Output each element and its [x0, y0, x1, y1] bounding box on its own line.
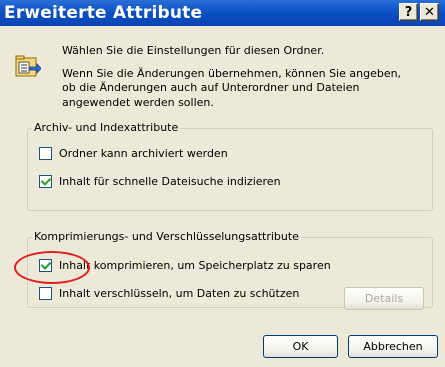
intro-text-1: Wählen Sie die Einstellungen für diesen …	[62, 44, 325, 57]
compress-group-label: Komprimierungs- und Verschlüsselungsattr…	[32, 230, 301, 243]
highlight-circle	[14, 251, 90, 284]
index-checkbox[interactable]	[39, 175, 52, 188]
help-button[interactable]: ?	[399, 3, 418, 21]
archive-checkbox-label[interactable]: Ordner kann archiviert werden	[59, 147, 228, 160]
close-button[interactable]: ✕	[420, 3, 439, 21]
folder-settings-icon	[15, 55, 41, 77]
title-bar[interactable]: Erweiterte Attribute ? ✕	[0, 0, 445, 26]
index-checkbox-label[interactable]: Inhalt für schnelle Dateisuche indiziere…	[59, 175, 281, 188]
archive-checkbox-row[interactable]: Ordner kann archiviert werden	[39, 147, 228, 160]
archive-group-label: Archiv- und Indexattribute	[32, 121, 181, 134]
ok-button[interactable]: OK	[263, 335, 338, 358]
encrypt-checkbox[interactable]	[39, 287, 52, 300]
close-icon: ✕	[424, 5, 435, 20]
archive-index-group: Archiv- und Indexattribute Ordner kann a…	[27, 121, 433, 211]
index-checkbox-row[interactable]: Inhalt für schnelle Dateisuche indiziere…	[39, 175, 281, 188]
compress-checkbox-label[interactable]: Inhalt komprimieren, um Speicherplatz zu…	[59, 259, 331, 272]
advanced-attributes-dialog: Erweiterte Attribute ? ✕ Wählen Sie die …	[0, 0, 445, 367]
intro-text-3: ob die Änderungen auch auf Unterordner u…	[62, 81, 360, 94]
intro-text-2: Wenn Sie die Änderungen übernehmen, könn…	[62, 67, 402, 80]
details-button[interactable]: Details	[344, 287, 424, 310]
intro-text-4: angewendet werden sollen.	[62, 96, 214, 109]
window-title: Erweiterte Attribute	[4, 3, 203, 23]
encrypt-checkbox-row[interactable]: Inhalt verschlüsseln, um Daten zu schütz…	[39, 287, 299, 300]
cancel-button[interactable]: Abbrechen	[348, 335, 438, 358]
archive-checkbox[interactable]	[39, 147, 52, 160]
encrypt-checkbox-label[interactable]: Inhalt verschlüsseln, um Daten zu schütz…	[59, 287, 299, 300]
